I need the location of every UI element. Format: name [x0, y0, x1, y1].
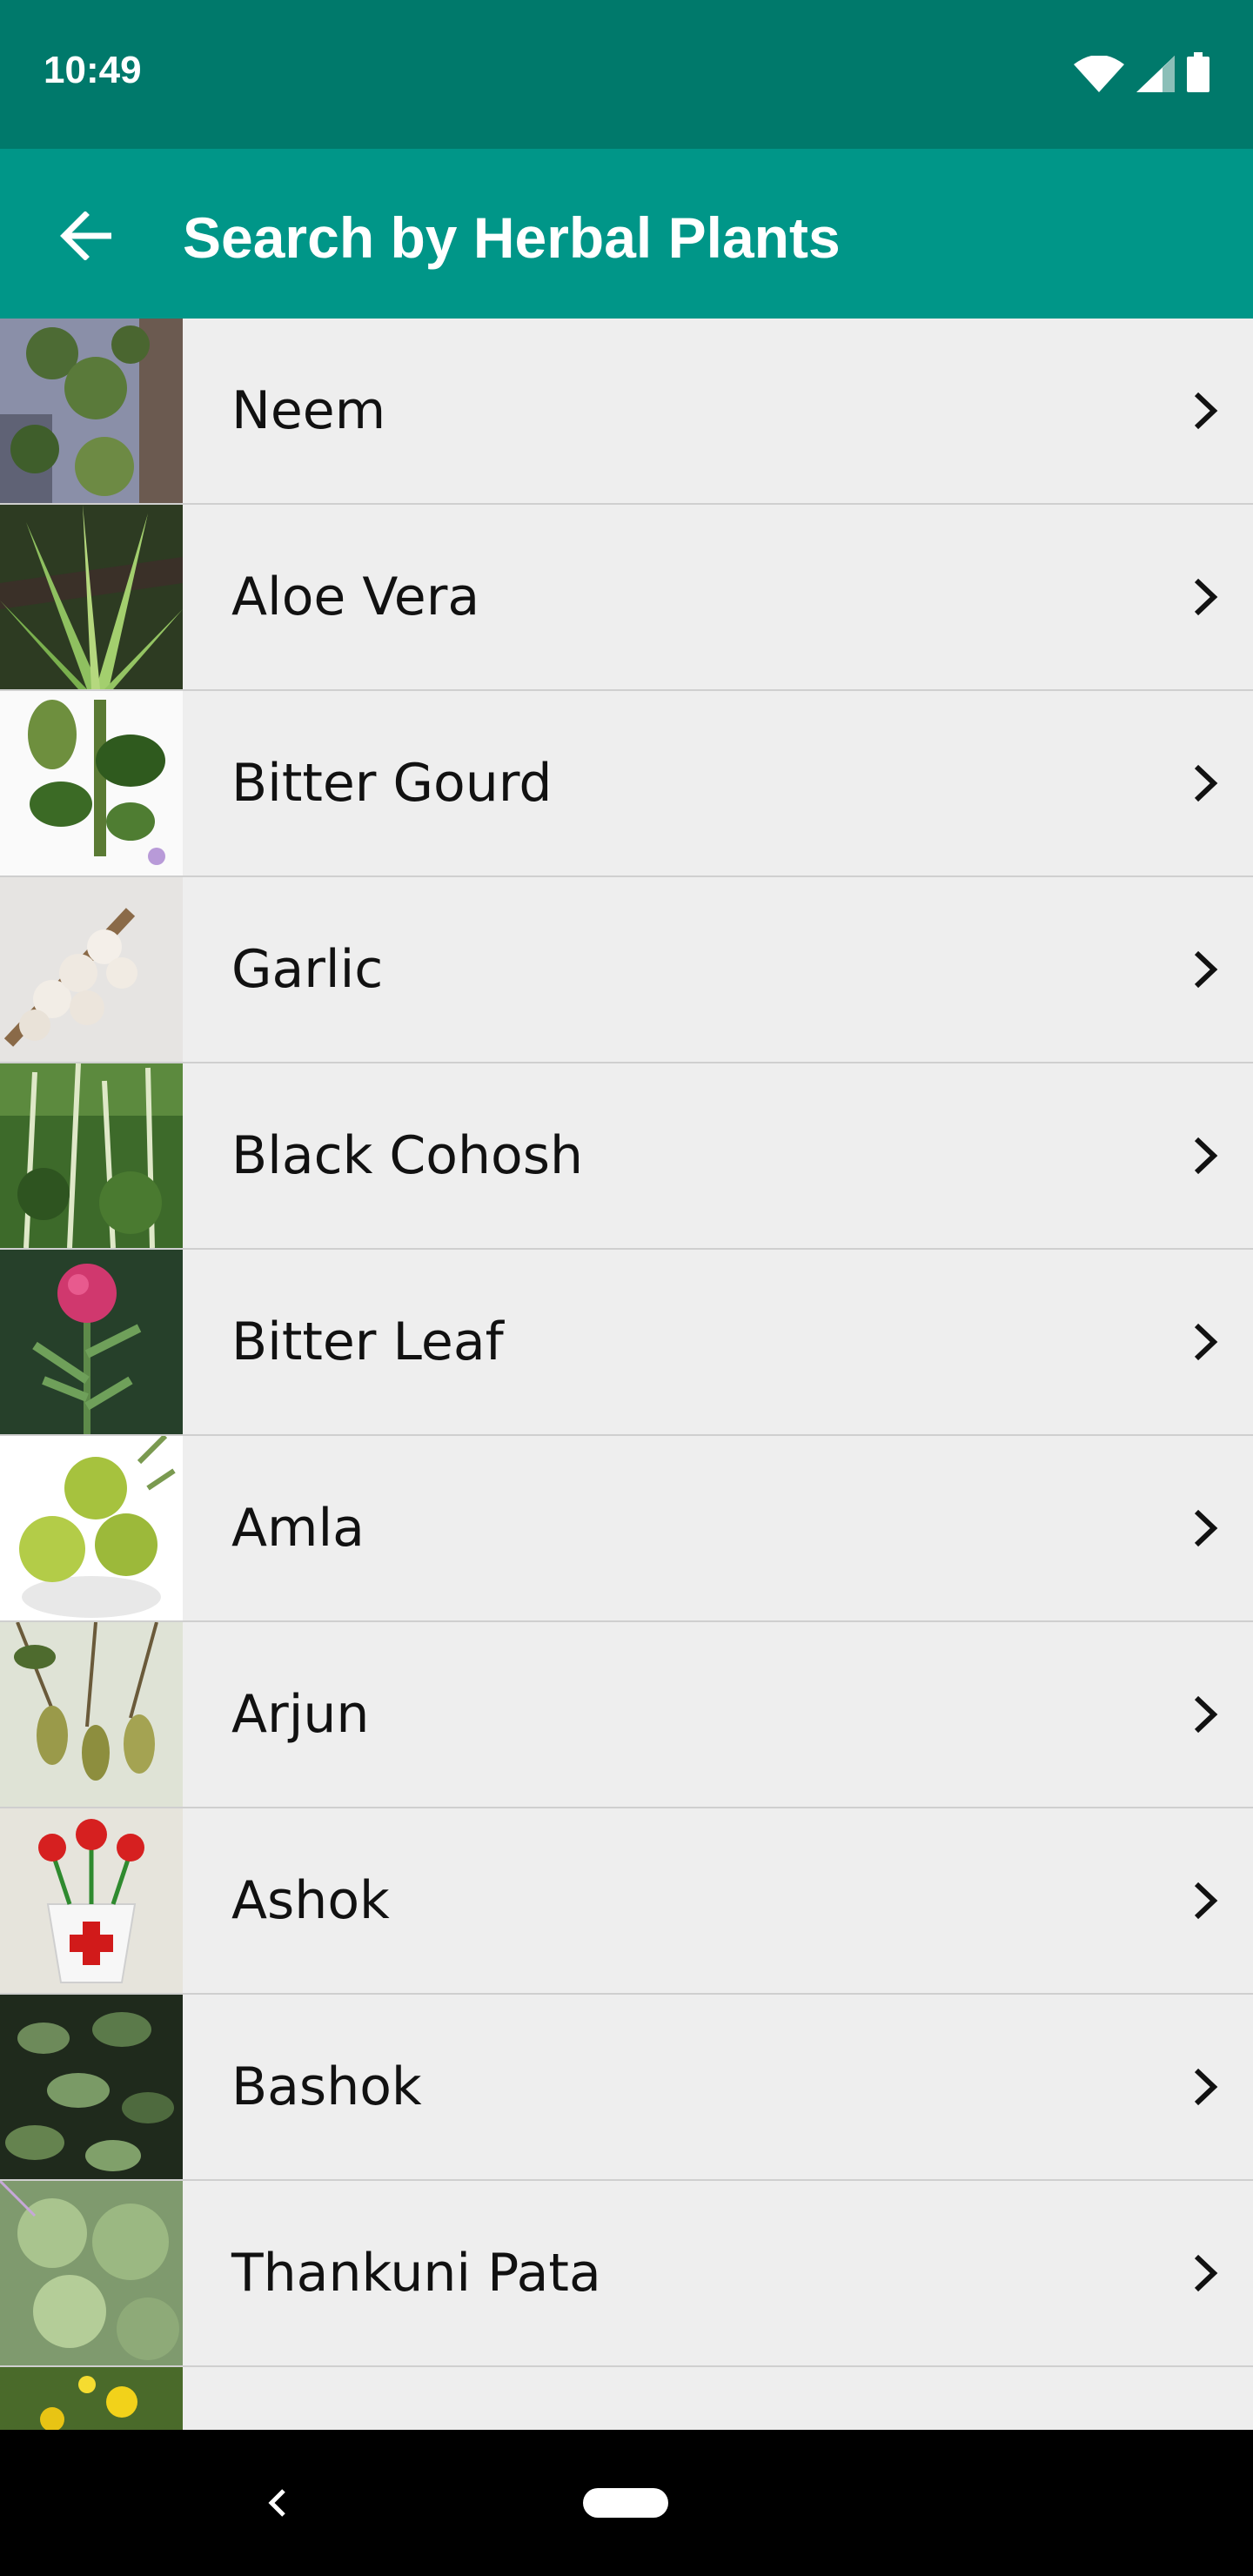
bitter-leaf-photo — [0, 1250, 183, 1434]
wifi-icon — [1074, 55, 1124, 96]
neem-photo — [0, 319, 183, 503]
nav-back-icon[interactable] — [252, 2477, 305, 2529]
garlic-photo — [0, 877, 183, 1062]
chevron-right-icon — [1194, 1882, 1218, 1920]
arrow-back-icon — [60, 211, 111, 260]
amla-photo — [0, 1436, 183, 1620]
list-item-label: Ashok — [231, 1870, 390, 1931]
back-button[interactable] — [42, 192, 129, 279]
chevron-right-icon — [1194, 1509, 1218, 1547]
black-cohosh-photo — [0, 1063, 183, 1248]
list-item-label: Neem — [231, 380, 386, 441]
list-item[interactable]: Thankuni Pata — [0, 2181, 1253, 2367]
list-item[interactable]: Bashok — [0, 1995, 1253, 2181]
thankuni-pata-photo — [0, 2181, 183, 2365]
list-item-label: Bashok — [231, 2056, 422, 2117]
chevron-right-icon — [1194, 764, 1218, 802]
list-item[interactable]: Garlic — [0, 877, 1253, 1063]
status-time: 10:49 — [44, 49, 142, 91]
list-item-label: Garlic — [231, 939, 384, 1000]
list-item-label: Black Cohosh — [231, 1125, 584, 1186]
list-item[interactable]: Ashok — [0, 1808, 1253, 1995]
cellular-signal-icon — [1136, 56, 1175, 96]
list-item[interactable]: Bitter Gourd — [0, 691, 1253, 877]
partial-yellow-flower-photo — [0, 2367, 183, 2430]
arjun-photo — [0, 1622, 183, 1807]
system-nav-bar — [0, 2430, 1253, 2576]
list-item[interactable]: Neem — [0, 319, 1253, 505]
page-title: Search by Herbal Plants — [183, 205, 841, 270]
aloe-vera-photo — [0, 505, 183, 689]
list-item[interactable]: Black Cohosh — [0, 1063, 1253, 1250]
chevron-right-icon — [1194, 1137, 1218, 1175]
list-item[interactable] — [0, 2367, 1253, 2430]
status-bar: 10:49 — [0, 0, 1253, 149]
list-item-label: Bitter Gourd — [231, 753, 553, 814]
chevron-right-icon — [1194, 950, 1218, 989]
bitter-gourd-illustration — [0, 691, 183, 875]
list-item[interactable]: Arjun — [0, 1622, 1253, 1808]
list-item-label: Thankuni Pata — [231, 2243, 601, 2304]
battery-icon — [1187, 52, 1209, 96]
list-item[interactable]: Aloe Vera — [0, 505, 1253, 691]
list-item[interactable]: Bitter Leaf — [0, 1250, 1253, 1436]
list-item-label: Bitter Leaf — [231, 1311, 504, 1372]
chevron-right-icon — [1194, 1695, 1218, 1734]
chevron-right-icon — [1194, 1323, 1218, 1361]
plant-list: Neem Aloe Vera Bitter Gourd Garlic Black… — [0, 319, 1253, 2430]
nav-home-pill-icon[interactable] — [583, 2488, 668, 2518]
bashok-photo — [0, 1995, 183, 2179]
chevron-right-icon — [1194, 578, 1218, 616]
app-bar: Search by Herbal Plants — [0, 149, 1253, 319]
status-icons — [1074, 52, 1209, 96]
chevron-right-icon — [1194, 392, 1218, 430]
list-item[interactable]: Amla — [0, 1436, 1253, 1622]
list-item-label: Amla — [231, 1498, 365, 1559]
list-item-label: Aloe Vera — [231, 567, 480, 627]
chevron-right-icon — [1194, 2254, 1218, 2292]
list-item-label: Arjun — [231, 1684, 370, 1745]
chevron-right-icon — [1194, 2068, 1218, 2106]
ashok-flower-pot-image — [0, 1808, 183, 1993]
